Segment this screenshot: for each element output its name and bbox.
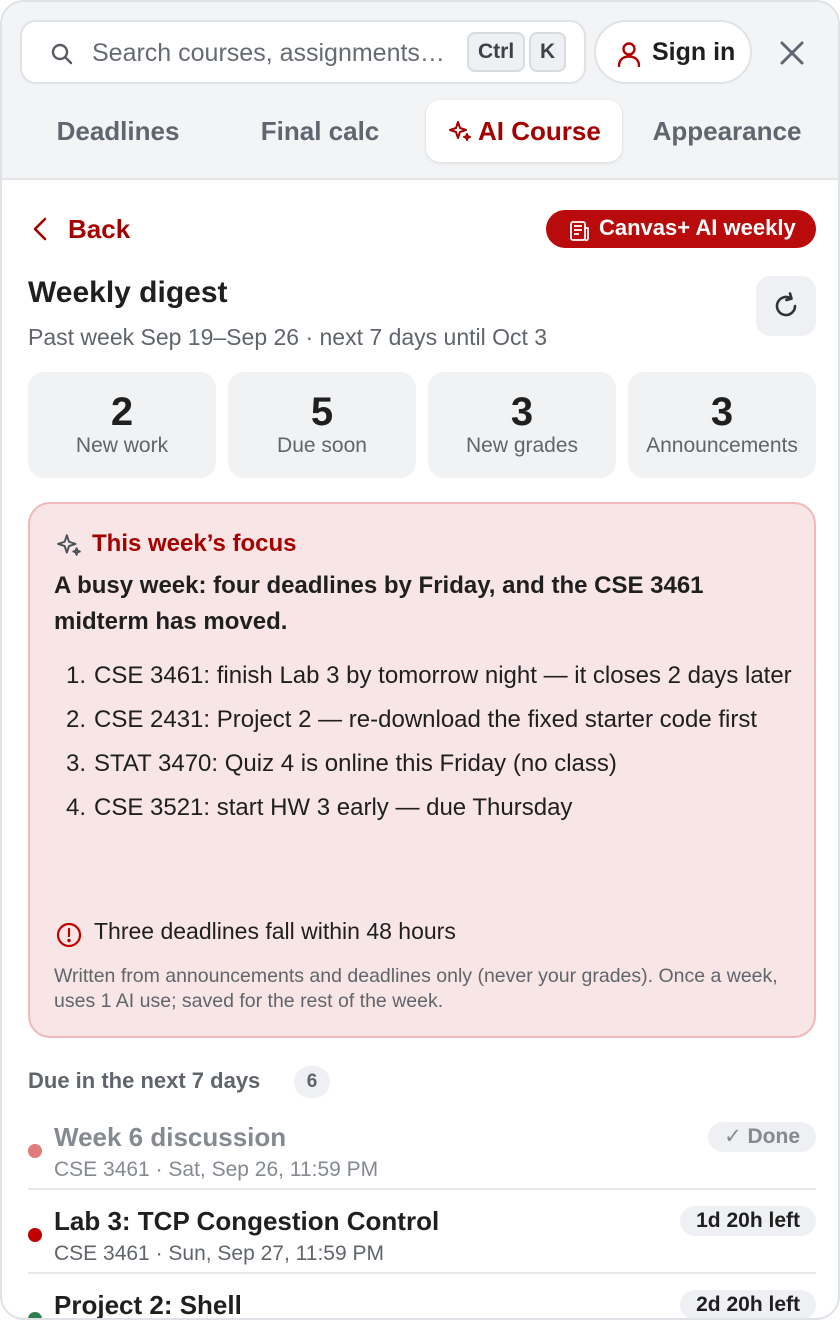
ai-weekly-badge: Canvas+ AI weekly: [546, 210, 816, 248]
weekly-focus-card: This week’s focus A busy week: four dead…: [28, 502, 816, 1038]
due-item-meta: CSE 3461 · Sun, Sep 27, 11:59 PM: [54, 1242, 384, 1265]
focus-item-number: 1.: [66, 662, 87, 689]
tab-ai-course-label: AI Course: [478, 116, 601, 146]
focus-item: 2. CSE 2431: Project 2 — re-download the …: [54, 700, 794, 740]
ai-footnote: Written from announcements and deadlines…: [54, 965, 778, 1012]
due-item-title: Project 2: Shell: [54, 1290, 242, 1320]
stat-due-soon: 5 Due soon: [228, 372, 416, 478]
chevron-left-icon: [33, 217, 47, 241]
focus-label: This week’s focus: [92, 530, 297, 557]
divider: [28, 1272, 816, 1274]
due-section-heading: Due in the next 7 days: [28, 1068, 261, 1093]
due-item[interactable]: Lab 3: TCP Congestion Control CSE 3461 ·…: [28, 1206, 816, 1290]
divider: [28, 1188, 816, 1190]
due-item-title: Lab 3: TCP Congestion Control: [54, 1206, 440, 1236]
stat-label: New grades: [465, 434, 579, 457]
stat-value: 5: [310, 390, 334, 434]
refresh-button[interactable]: [756, 276, 816, 336]
search-input[interactable]: [92, 34, 450, 72]
sign-in-button[interactable]: Sign in: [594, 20, 752, 84]
tab-appearance-label: Appearance: [652, 116, 802, 146]
status-dot: [28, 1228, 42, 1242]
focus-item: 4. CSE 3521: start HW 3 early — due Thurs…: [54, 788, 794, 828]
tab-appearance[interactable]: Appearance: [632, 100, 822, 162]
stat-label: New work: [75, 434, 169, 457]
due-item-title: Week 6 discussion: [54, 1122, 287, 1152]
search-icon: [51, 43, 73, 65]
tab-ai-course[interactable]: AI Course: [426, 100, 622, 162]
shortcut-ctrl-key: Ctrl: [467, 32, 526, 72]
stat-value: 3: [510, 390, 534, 434]
deadline-warning: Three deadlines fall within 48 hours: [54, 914, 794, 950]
due-count-badge: 6: [294, 1066, 330, 1098]
tab-final-calc-label: Final calc: [260, 116, 380, 146]
digest-panel: Ctrl K Sign in Deadlines Final calc AI C…: [0, 0, 840, 1320]
due-item[interactable]: Project 2: Shell 2d 20h left: [28, 1290, 816, 1320]
date-range: Past week Sep 19–Sep 26 · next 7 days un…: [28, 324, 548, 350]
focus-list: 1. CSE 3461: finish Lab 3 by tomorrow nig…: [54, 656, 794, 832]
focus-item-number: 3.: [66, 750, 87, 777]
close-icon[interactable]: [774, 35, 810, 71]
focus-item-text: STAT 3470: Quiz 4 is online this Friday …: [94, 750, 617, 777]
focus-item-number: 4.: [66, 794, 87, 821]
sparkle-icon: [449, 121, 471, 141]
focus-item-text: CSE 3521: start HW 3 early — due Thursda…: [94, 794, 573, 821]
alert-circle-icon: [56, 922, 82, 948]
focus-item-text: CSE 3461: finish Lab 3 by tomorrow night…: [94, 662, 792, 689]
status-dot: [28, 1144, 42, 1158]
tab-deadlines-label: Deadlines: [56, 116, 180, 146]
search-bar[interactable]: Ctrl K: [20, 20, 586, 84]
focus-item: 1. CSE 3461: finish Lab 3 by tomorrow nig…: [54, 656, 794, 696]
panel-header: Ctrl K Sign in Deadlines Final calc AI C…: [2, 2, 838, 180]
stat-new-work: 2 New work: [28, 372, 216, 478]
warning-text: Three deadlines fall within 48 hours: [94, 918, 456, 944]
refresh-icon: [775, 292, 797, 317]
focus-item-number: 2.: [66, 706, 87, 733]
sparkle-icon: [57, 534, 81, 556]
stat-announcements: 3 Announcements: [628, 372, 816, 478]
status-badge: 2d 20h left: [680, 1290, 816, 1318]
stat-value: 3: [710, 390, 734, 434]
newspaper-icon: [570, 221, 589, 242]
stat-new-grades: 3 New grades: [428, 372, 616, 478]
focus-item-text: CSE 2431: Project 2 — re-download the fi…: [94, 706, 757, 733]
tab-final-calc[interactable]: Final calc: [224, 100, 416, 162]
stat-label: Due soon: [277, 434, 367, 457]
due-item[interactable]: Week 6 discussion CSE 3461 · Sat, Sep 26…: [28, 1122, 816, 1206]
focus-headline: A busy week: four deadlines by Friday, a…: [54, 572, 704, 635]
stat-value: 2: [110, 390, 134, 434]
shortcut-k-key: K: [529, 32, 567, 72]
status-badge: ✓ Done: [708, 1122, 816, 1152]
back-label: Back: [68, 214, 131, 244]
status-dot: [28, 1312, 42, 1318]
stat-label: Announcements: [646, 434, 798, 457]
due-item-meta: CSE 3461 · Sat, Sep 26, 11:59 PM: [54, 1158, 379, 1181]
status-badge: 1d 20h left: [680, 1206, 816, 1236]
sign-in-label: Sign in: [652, 38, 736, 66]
page-title: Weekly digest: [28, 276, 228, 309]
user-icon: [617, 42, 641, 67]
focus-item: 3. STAT 3470: Quiz 4 is online this Frida…: [54, 744, 794, 784]
tab-deadlines[interactable]: Deadlines: [20, 100, 216, 162]
badge-label: Canvas+ AI weekly: [599, 215, 796, 240]
